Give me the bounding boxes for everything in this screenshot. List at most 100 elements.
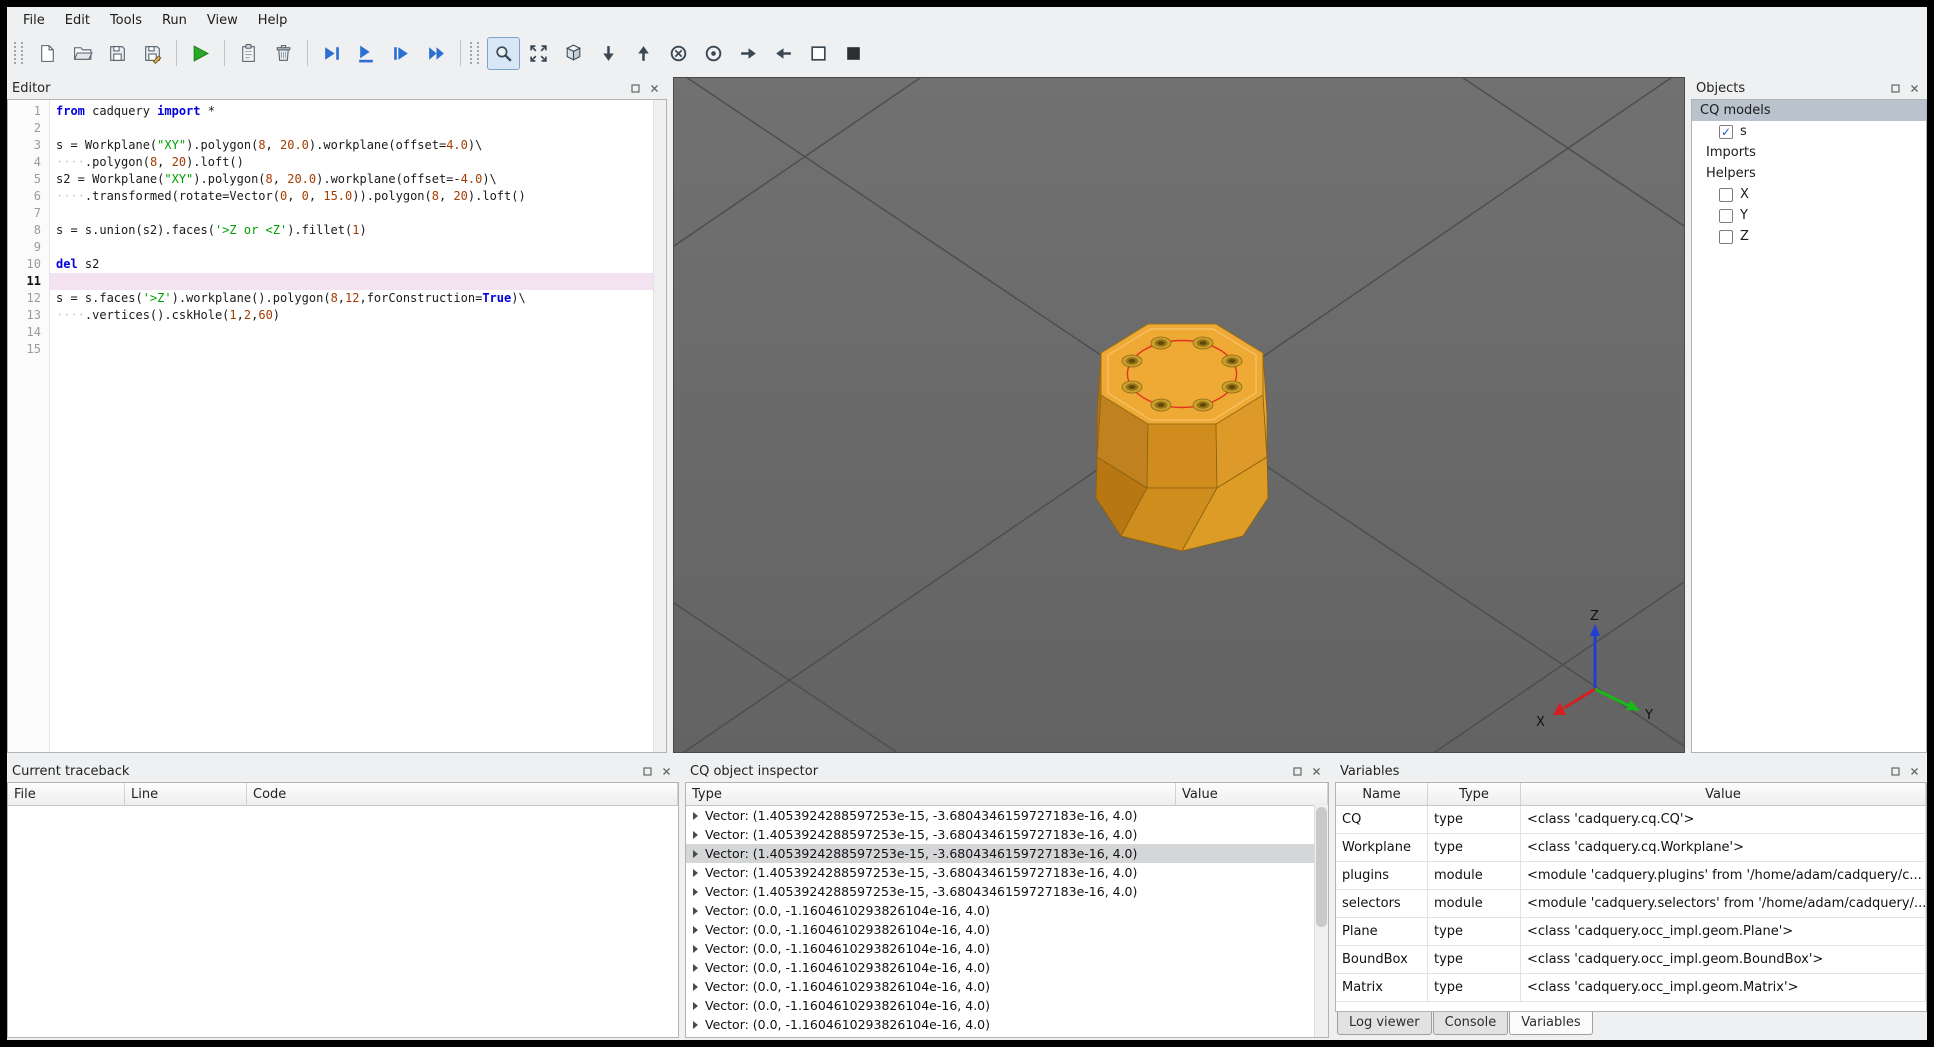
debug-step-out-button[interactable] [385, 37, 418, 70]
float-panel-icon[interactable] [639, 764, 656, 779]
tree-item-z[interactable]: Z [1692, 226, 1926, 247]
new-file-button[interactable] [31, 37, 64, 70]
save-as-button[interactable] [136, 37, 169, 70]
inspector-row[interactable]: Vector: (1.4053924288597253e-15, -3.6804… [686, 882, 1328, 901]
inspector-scrollbar-thumb[interactable] [1316, 807, 1327, 927]
toolbar-handle[interactable] [14, 42, 23, 64]
wireframe-mode-button[interactable] [802, 37, 835, 70]
run-button[interactable] [184, 37, 217, 70]
view-right-button[interactable] [732, 37, 765, 70]
checkbox-z[interactable] [1719, 229, 1733, 244]
expander-icon[interactable] [693, 925, 698, 934]
inspector-row[interactable]: Vector: (1.4053924288597253e-15, -3.6804… [686, 863, 1328, 882]
editor-panel-header[interactable]: Editor [7, 77, 667, 99]
inspector-row[interactable]: Vector: (0.0, -1.1604610293826104e-16, 4… [686, 1015, 1328, 1034]
inspector-row[interactable]: Vector: (1.4053924288597253e-15, -3.6804… [686, 844, 1328, 863]
variable-name[interactable]: CQ [1336, 806, 1428, 834]
code-editor[interactable]: 1 2 3 4 5 6 7 8 9 10 11 12 13 14 15 from cadquery impo… [7, 99, 667, 753]
inspector-row[interactable]: Vector: (1.4053924288597253e-15, -3.6804… [686, 806, 1328, 825]
expander-icon[interactable] [693, 811, 698, 820]
viewport-3d[interactable]: Z Y X [673, 77, 1685, 753]
editor-scrollbar[interactable] [653, 100, 666, 752]
menu-run[interactable]: Run [152, 9, 197, 32]
column-header-type[interactable]: Type [686, 783, 1176, 805]
debug-step-into-button[interactable] [350, 37, 383, 70]
float-panel-icon[interactable] [1887, 764, 1904, 779]
column-header-code[interactable]: Code [247, 783, 678, 805]
inspector-row[interactable]: Vector: (0.0, -1.1604610293826104e-16, 4… [686, 977, 1328, 996]
close-panel-icon[interactable] [1906, 81, 1923, 96]
view-top-button[interactable] [627, 37, 660, 70]
column-header-file[interactable]: File [8, 783, 125, 805]
paste-button[interactable] [232, 37, 265, 70]
column-header-type[interactable]: Type [1428, 783, 1521, 805]
inspector-scrollbar[interactable] [1314, 805, 1328, 1037]
variables-column-header[interactable]: Name Type Value [1336, 783, 1926, 806]
trash-button[interactable] [267, 37, 300, 70]
inspector-row[interactable]: Vector: (0.0, -1.1604610293826104e-16, 4… [686, 920, 1328, 939]
column-header-value[interactable]: Value [1176, 783, 1328, 805]
close-panel-icon[interactable] [1906, 764, 1923, 779]
tab-log-viewer[interactable]: Log viewer [1337, 1012, 1432, 1035]
expander-icon[interactable] [693, 849, 698, 858]
close-panel-icon[interactable] [1308, 764, 1325, 779]
tree-section-helpers[interactable]: Helpers [1692, 163, 1926, 184]
column-header-line[interactable]: Line [125, 783, 247, 805]
menu-edit[interactable]: Edit [55, 9, 100, 32]
expander-icon[interactable] [693, 944, 698, 953]
checkbox-s[interactable]: ✓ [1719, 124, 1733, 139]
editor-code-area[interactable]: from cadquery import * s = Workplane("XY"… [50, 100, 666, 752]
inspector-row[interactable]: Vector: (0.0, -1.1604610293826104e-16, 4… [686, 901, 1328, 920]
menu-view[interactable]: View [197, 9, 248, 32]
view-front-button[interactable] [662, 37, 695, 70]
debug-continue-button[interactable] [420, 37, 453, 70]
float-panel-icon[interactable] [627, 81, 644, 96]
variable-name[interactable]: BoundBox [1336, 946, 1428, 974]
toolbar-handle[interactable] [470, 42, 479, 64]
variables-panel-header[interactable]: Variables [1335, 760, 1927, 782]
expander-icon[interactable] [693, 906, 698, 915]
tree-section-imports[interactable]: Imports [1692, 142, 1926, 163]
view-back-button[interactable] [697, 37, 730, 70]
tab-variables[interactable]: Variables [1509, 1012, 1593, 1035]
float-panel-icon[interactable] [1289, 764, 1306, 779]
tree-item-y[interactable]: Y [1692, 205, 1926, 226]
inspector-column-header[interactable]: Type Value [686, 783, 1328, 806]
close-panel-icon[interactable] [646, 81, 663, 96]
variable-name[interactable]: Plane [1336, 918, 1428, 946]
inspector-panel-header[interactable]: CQ object inspector [685, 760, 1329, 782]
view-bottom-button[interactable] [592, 37, 625, 70]
shaded-mode-button[interactable] [837, 37, 870, 70]
variable-name[interactable]: plugins [1336, 862, 1428, 890]
objects-panel-header[interactable]: Objects [1691, 77, 1927, 99]
view-left-button[interactable] [767, 37, 800, 70]
open-file-button[interactable] [66, 37, 99, 70]
expander-icon[interactable] [693, 1020, 698, 1029]
expander-icon[interactable] [693, 887, 698, 896]
tree-section-cq-models[interactable]: CQ models [1692, 100, 1926, 121]
menu-help[interactable]: Help [248, 9, 298, 32]
expander-icon[interactable] [693, 982, 698, 991]
column-header-name[interactable]: Name [1336, 783, 1428, 805]
cad-model[interactable] [1095, 323, 1269, 552]
column-header-value[interactable]: Value [1521, 783, 1926, 805]
debug-step-button[interactable] [315, 37, 348, 70]
tree-item-s[interactable]: ✓ s [1692, 121, 1926, 142]
tab-console[interactable]: Console [1432, 1012, 1509, 1035]
variable-name[interactable]: Matrix [1336, 974, 1428, 1002]
menu-tools[interactable]: Tools [100, 9, 152, 32]
expander-icon[interactable] [693, 868, 698, 877]
traceback-column-header[interactable]: File Line Code [8, 783, 678, 806]
expander-icon[interactable] [693, 963, 698, 972]
menu-file[interactable]: File [13, 9, 55, 32]
inspector-row[interactable]: Vector: (1.4053924288597253e-15, -3.6804… [686, 825, 1328, 844]
inspector-row[interactable]: Vector: (0.0, -1.1604610293826104e-16, 4… [686, 939, 1328, 958]
iso-view-button[interactable] [557, 37, 590, 70]
variable-name[interactable]: Workplane [1336, 834, 1428, 862]
inspector-row[interactable]: Vector: (0.0, -1.1604610293826104e-16, 4… [686, 996, 1328, 1015]
checkbox-y[interactable] [1719, 208, 1733, 223]
zoom-select-button[interactable] [487, 36, 520, 70]
save-button[interactable] [101, 37, 134, 70]
variable-name[interactable]: selectors [1336, 890, 1428, 918]
traceback-panel-header[interactable]: Current traceback [7, 760, 679, 782]
